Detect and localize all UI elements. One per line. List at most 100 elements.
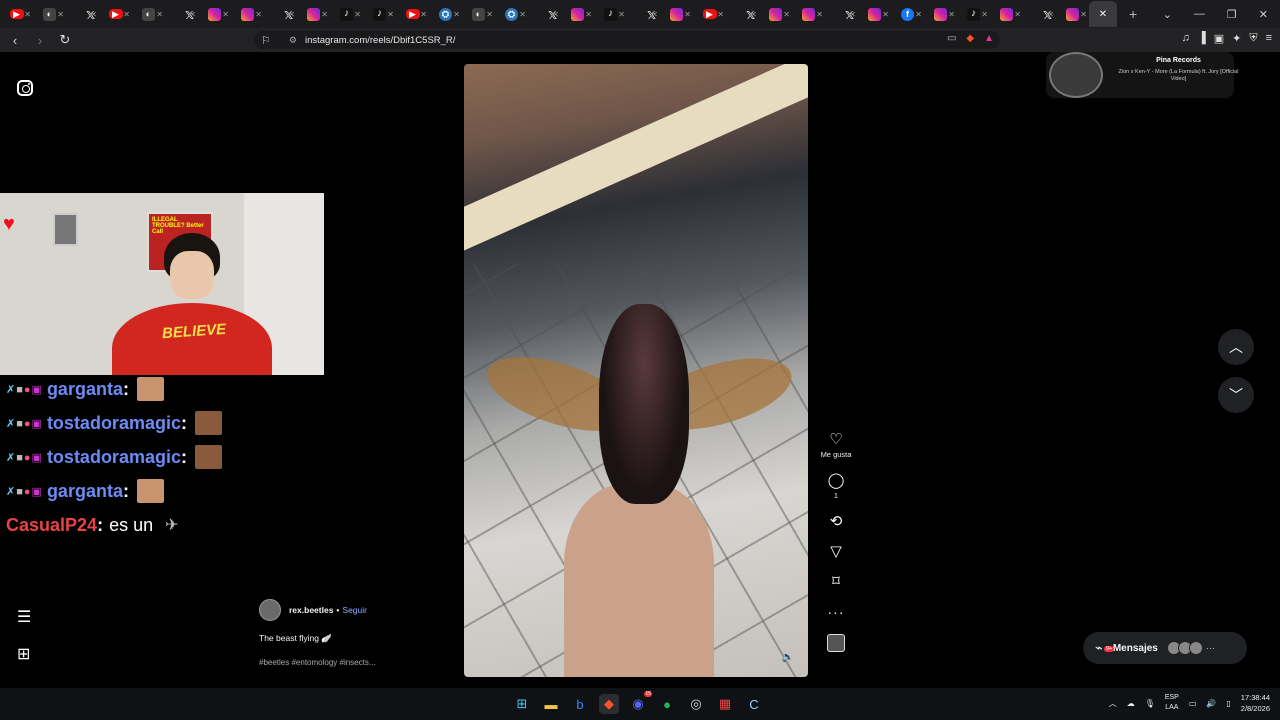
close-tab-icon[interactable]: ✕	[750, 10, 757, 19]
author-name[interactable]: rex.beetles	[289, 605, 333, 615]
clock[interactable]: 17:38:44 2/8/2026	[1241, 692, 1270, 714]
volume-icon[interactable]: 🔊	[1206, 699, 1216, 708]
browser-tab[interactable]: 𝕏 ✕	[627, 1, 660, 27]
browser-tab[interactable]: ♪ ✕	[363, 1, 396, 27]
close-tab-icon[interactable]: ✕	[387, 10, 394, 19]
minimize-button[interactable]: —	[1194, 8, 1205, 20]
close-tab-icon[interactable]: ✕	[1014, 10, 1021, 19]
next-reel-button[interactable]: ﹀	[1218, 377, 1254, 413]
close-tab-icon[interactable]: ✕	[618, 10, 625, 19]
browser-tab[interactable]: 𝕏 ✕	[528, 1, 561, 27]
battery-icon[interactable]: ▯	[1226, 699, 1230, 708]
instagram-logo-icon[interactable]	[17, 80, 33, 96]
brave-shield-icon[interactable]: ◆	[966, 33, 974, 44]
spotify-icon[interactable]: ●	[657, 694, 677, 714]
close-tab-icon[interactable]: ✕	[90, 10, 97, 19]
close-tab-icon[interactable]: ✕	[156, 10, 163, 19]
close-tab-icon[interactable]: ✕	[123, 10, 130, 19]
file-explorer-icon[interactable]: ▬	[541, 694, 561, 714]
back-button[interactable]: ‹	[5, 33, 25, 48]
browser-tab[interactable]: ✕	[990, 1, 1023, 27]
url-text[interactable]: instagram.com/reels/Dbif1C5SR_R/	[305, 35, 455, 46]
forward-button[interactable]: ›	[30, 33, 50, 48]
app-icon[interactable]: C	[744, 694, 764, 714]
close-tab-icon[interactable]: ✕	[519, 10, 526, 19]
new-tab-button[interactable]: +	[1129, 6, 1137, 22]
reload-button[interactable]: ↻	[55, 32, 75, 48]
share-button[interactable]: ▽	[830, 544, 842, 560]
browser-tab[interactable]: ✕	[561, 1, 594, 27]
leo-ai-icon[interactable]: ✦	[1232, 32, 1241, 45]
caption-hashtags[interactable]: #beetles #entomology #insects...	[259, 658, 459, 667]
comment-button[interactable]: ◯ 1	[828, 473, 845, 501]
browser-tab[interactable]: 𝕏 ✕	[264, 1, 297, 27]
close-window-button[interactable]: ✕	[1259, 8, 1268, 21]
close-tab-icon[interactable]: ✕	[684, 10, 691, 19]
repost-button[interactable]: ⟲	[830, 514, 843, 530]
browser-tab[interactable]: 𝕏 ✕	[726, 1, 759, 27]
wallet-icon[interactable]: ▣	[1214, 32, 1224, 45]
more-menu-icon[interactable]: ☰	[17, 607, 31, 627]
like-button[interactable]: ♡ Me gusta	[821, 432, 852, 460]
browser-tab[interactable]: 𝕏 ✕	[1023, 1, 1056, 27]
browser-tab[interactable]: 𝕏 ✕	[165, 1, 198, 27]
browser-tab[interactable]: ✕	[660, 1, 693, 27]
discord-icon[interactable]: ◉ 15	[628, 691, 652, 714]
restore-button[interactable]: ❐	[1227, 8, 1237, 21]
browser-tab[interactable]: f ✕	[891, 1, 924, 27]
vpn-icon[interactable]: ⛨	[1249, 32, 1257, 45]
bing-icon[interactable]: b	[570, 694, 590, 714]
close-tab-icon[interactable]: ✕	[288, 10, 295, 19]
browser-tab[interactable]: ✕	[297, 1, 330, 27]
close-tab-icon[interactable]: ✕	[849, 10, 856, 19]
browser-tab[interactable]: ✕	[231, 1, 264, 27]
browser-tab[interactable]: ✕	[858, 1, 891, 27]
brave-browser-icon[interactable]: ◆	[599, 694, 619, 714]
reel-video[interactable]: 🔈	[464, 64, 808, 677]
browser-tab[interactable]: ⛭ ✕	[429, 1, 462, 27]
browser-tab[interactable]: ✕	[792, 1, 825, 27]
close-tab-icon[interactable]: ✕	[882, 10, 889, 19]
browser-tab[interactable]: ◐ ✕	[132, 1, 165, 27]
browser-tab[interactable]: ▶ ✕	[99, 1, 132, 27]
more-options-button[interactable]: ···	[828, 604, 845, 620]
active-tab[interactable]: ✕	[1089, 1, 1117, 27]
browser-tab[interactable]: ♪ ✕	[594, 1, 627, 27]
close-tab-icon[interactable]: ✕	[420, 10, 427, 19]
address-bar[interactable]: ⚐ ⚙ instagram.com/reels/Dbif1C5SR_R/ ▭ ◆…	[254, 31, 1000, 49]
tray-overflow-chevron-icon[interactable]: ︿	[1109, 698, 1117, 709]
browser-tab[interactable]: ✕	[759, 1, 792, 27]
cast-icon[interactable]: ▭	[947, 33, 956, 44]
close-tab-icon[interactable]: ✕	[486, 10, 493, 19]
stream-deck-icon[interactable]: ▦	[715, 694, 735, 714]
youtube-mini-player[interactable]: Pina Records Zion x Ken-Y - More (La For…	[1046, 52, 1238, 98]
close-tab-icon[interactable]: ✕	[585, 10, 592, 19]
close-tab-icon[interactable]: ✕	[57, 10, 64, 19]
browser-tab[interactable]: ⛭ ✕	[495, 1, 528, 27]
menu-icon[interactable]: ≡	[1266, 32, 1272, 45]
bookmark-icon[interactable]: ⚐	[261, 34, 271, 47]
close-tab-icon[interactable]: ✕	[948, 10, 955, 19]
onedrive-icon[interactable]: ☁	[1127, 699, 1135, 708]
close-tab-icon[interactable]: ✕	[321, 10, 328, 19]
audio-button[interactable]	[827, 634, 845, 652]
messages-button[interactable]: ⌁ 9+ Mensajes ···	[1083, 632, 1247, 664]
save-button[interactable]: ⌑	[832, 574, 840, 590]
browser-tab[interactable]: ◐ ✕	[462, 1, 495, 27]
browser-tab[interactable]: ✕	[924, 1, 957, 27]
browser-tab[interactable]: ✕	[1056, 1, 1089, 27]
windows-start-icon[interactable]: ⊞	[512, 694, 532, 714]
close-tab-icon[interactable]: ✕	[816, 10, 823, 19]
close-tab-icon[interactable]: ✕	[717, 10, 724, 19]
browser-tab[interactable]: 𝕏 ✕	[66, 1, 99, 27]
obs-icon[interactable]: ◎	[686, 694, 706, 714]
tab-list-chevron-icon[interactable]: ⌄	[1163, 8, 1172, 21]
site-info-icon[interactable]: ⚙	[289, 35, 297, 46]
browser-tab[interactable]: ▶ ✕	[0, 1, 33, 27]
network-icon[interactable]: ▭	[1189, 699, 1197, 708]
browser-tab[interactable]: ▶ ✕	[396, 1, 429, 27]
close-tab-icon[interactable]: ✕	[552, 10, 559, 19]
close-tab-icon[interactable]: ✕	[255, 10, 262, 19]
also-from-meta-icon[interactable]: ⊞	[17, 644, 30, 664]
browser-tab[interactable]: ◐ ✕	[33, 1, 66, 27]
